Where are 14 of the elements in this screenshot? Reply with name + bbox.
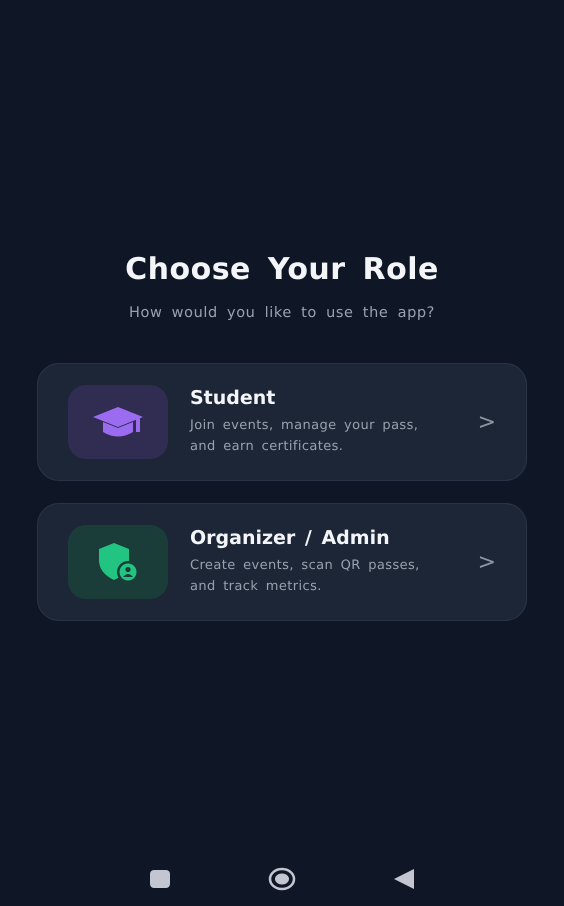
role-description: Create events, scan QR passes, and track metrics. [190, 557, 421, 596]
chevron-icon: > [478, 410, 496, 434]
chevron-icon: > [478, 550, 496, 574]
role-card[interactable]: Organizer / Admin Create events, scan QR passes, and track metrics. > [37, 503, 527, 621]
home-icon[interactable] [268, 867, 296, 891]
role-description: Join events, manage your pass, and earn certificates. [190, 417, 420, 456]
graduation-cap-icon [91, 405, 145, 439]
role-name: Student [190, 387, 276, 409]
screen-title: Choose Your Role [125, 252, 439, 287]
role-card[interactable]: Student Join events, manage your pass, and earn certificates. > [37, 363, 527, 481]
recent-apps-icon[interactable] [150, 870, 170, 888]
back-icon[interactable] [394, 869, 414, 889]
screen-subtitle: How would you like to use the app? [129, 305, 435, 321]
role-name: Organizer / Admin [190, 527, 391, 549]
